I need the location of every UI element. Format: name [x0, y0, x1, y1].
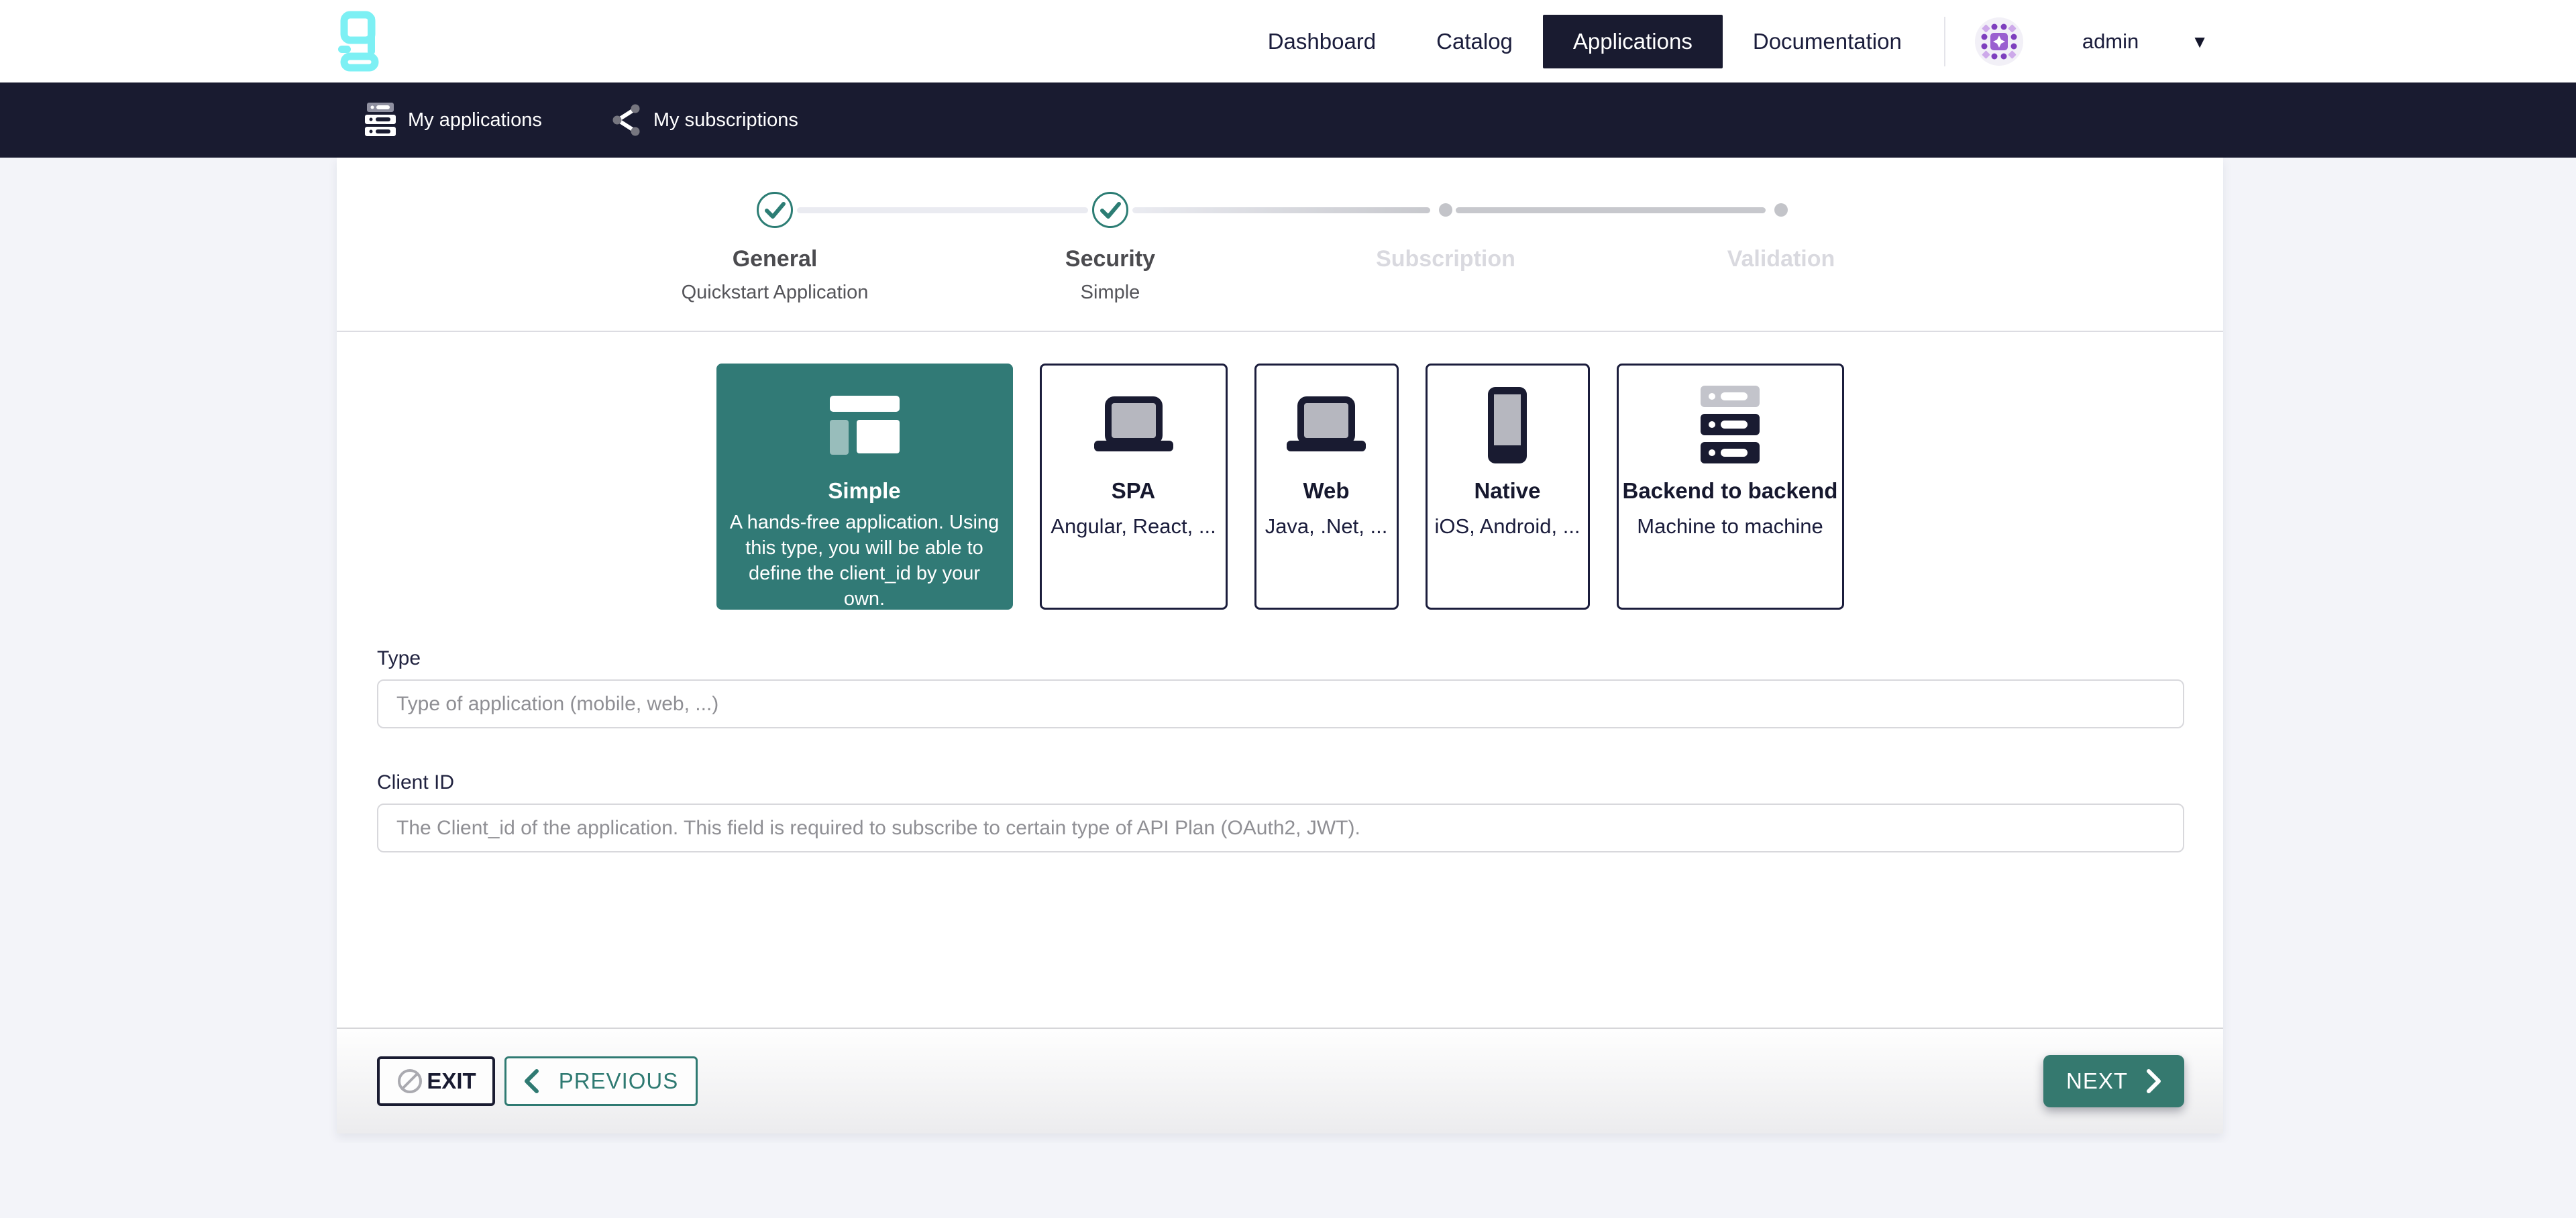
nav-item-dashboard[interactable]: Dashboard [1238, 15, 1406, 68]
subnav-item-my-subscriptions[interactable]: My subscriptions [612, 103, 798, 137]
step-validation: Validation [1633, 158, 1929, 272]
nav-item-documentation[interactable]: Documentation [1723, 15, 1932, 68]
subnav-item-my-applications[interactable]: My applications [365, 103, 542, 137]
sub-navbar: My applications My subscriptions [0, 82, 2576, 158]
step-title: Validation [1633, 246, 1929, 272]
top-navbar: Dashboard Catalog Applications Documenta… [0, 0, 2576, 82]
card-title: Web [1256, 478, 1397, 504]
subnav-label: My subscriptions [653, 109, 798, 131]
card-description: A hands-free application. Using this typ… [718, 510, 1011, 612]
laptop-icon [1094, 396, 1173, 454]
smartphone-icon [1488, 387, 1527, 463]
step-title: Security [963, 246, 1258, 272]
step-subtitle: Quickstart Application [627, 282, 922, 304]
card-title: SPA [1042, 478, 1226, 504]
type-field-group: Type [377, 647, 2184, 728]
nav-item-applications[interactable]: Applications [1543, 15, 1723, 68]
chevron-left-icon [524, 1069, 539, 1093]
user-name: admin [2082, 30, 2139, 54]
laptop-icon [1287, 396, 1366, 454]
nav-item-catalog[interactable]: Catalog [1406, 15, 1543, 68]
exit-button-label: EXIT [427, 1068, 476, 1094]
card-subtitle: Angular, React, ... [1042, 514, 1226, 539]
card-spa[interactable]: SPA Angular, React, ... [1040, 364, 1228, 610]
client-id-input[interactable] [377, 804, 2184, 852]
previous-button[interactable]: PREVIOUS [504, 1056, 698, 1106]
chevron-down-icon[interactable]: ▼ [2191, 33, 2208, 50]
step-general[interactable]: General Quickstart Application [627, 158, 922, 304]
step-title: General [627, 246, 922, 272]
card-subtitle: Machine to machine [1619, 514, 1842, 539]
check-circle-icon [756, 191, 794, 229]
stepper: General Quickstart Application Security … [337, 158, 2223, 332]
wizard-container: General Quickstart Application Security … [337, 158, 2223, 1133]
application-type-cards: Simple A hands-free application. Using t… [337, 364, 2223, 610]
step-subscription: Subscription [1298, 158, 1593, 272]
next-button-label: NEXT [2066, 1068, 2128, 1094]
card-subtitle: iOS, Android, ... [1428, 514, 1588, 539]
card-title: Backend to backend [1619, 478, 1842, 504]
user-menu[interactable]: admin ▼ [1975, 17, 2208, 66]
server-icon [1701, 386, 1760, 465]
wizard-footer: EXIT PREVIOUS NEXT [337, 1028, 2223, 1133]
layout-icon [827, 396, 902, 455]
avatar [1975, 17, 2023, 66]
header-divider [1944, 17, 1945, 66]
main-nav: Dashboard Catalog Applications Documenta… [1238, 15, 1932, 68]
client-id-field-label: Client ID [377, 771, 2184, 794]
page-bottom-margin [0, 1143, 2576, 1218]
step-subtitle: Simple [963, 282, 1258, 304]
exit-button[interactable]: EXIT [377, 1056, 495, 1106]
card-native[interactable]: Native iOS, Android, ... [1426, 364, 1590, 610]
step-security[interactable]: Security Simple [963, 158, 1258, 304]
server-stack-icon [365, 103, 396, 137]
gravitee-logo-icon[interactable] [337, 11, 381, 72]
type-input[interactable] [377, 679, 2184, 728]
check-circle-icon [1091, 191, 1129, 229]
type-field-label: Type [377, 647, 2184, 670]
next-button[interactable]: NEXT [2043, 1055, 2184, 1107]
card-title: Native [1428, 478, 1588, 504]
previous-button-label: PREVIOUS [559, 1068, 679, 1094]
prohibition-icon [396, 1067, 424, 1095]
share-icon [612, 103, 641, 137]
card-title: Simple [718, 478, 1011, 504]
card-subtitle: Java, .Net, ... [1256, 514, 1397, 539]
card-web[interactable]: Web Java, .Net, ... [1254, 364, 1399, 610]
card-backend-to-backend[interactable]: Backend to backend Machine to machine [1617, 364, 1844, 610]
subnav-label: My applications [408, 109, 542, 131]
security-form: Type Client ID [337, 610, 2223, 852]
chevron-right-icon [2147, 1069, 2161, 1093]
client-id-field-group: Client ID [377, 771, 2184, 852]
card-simple[interactable]: Simple A hands-free application. Using t… [716, 364, 1013, 610]
step-title: Subscription [1298, 246, 1593, 272]
page-background: General Quickstart Application Security … [0, 158, 2576, 1143]
